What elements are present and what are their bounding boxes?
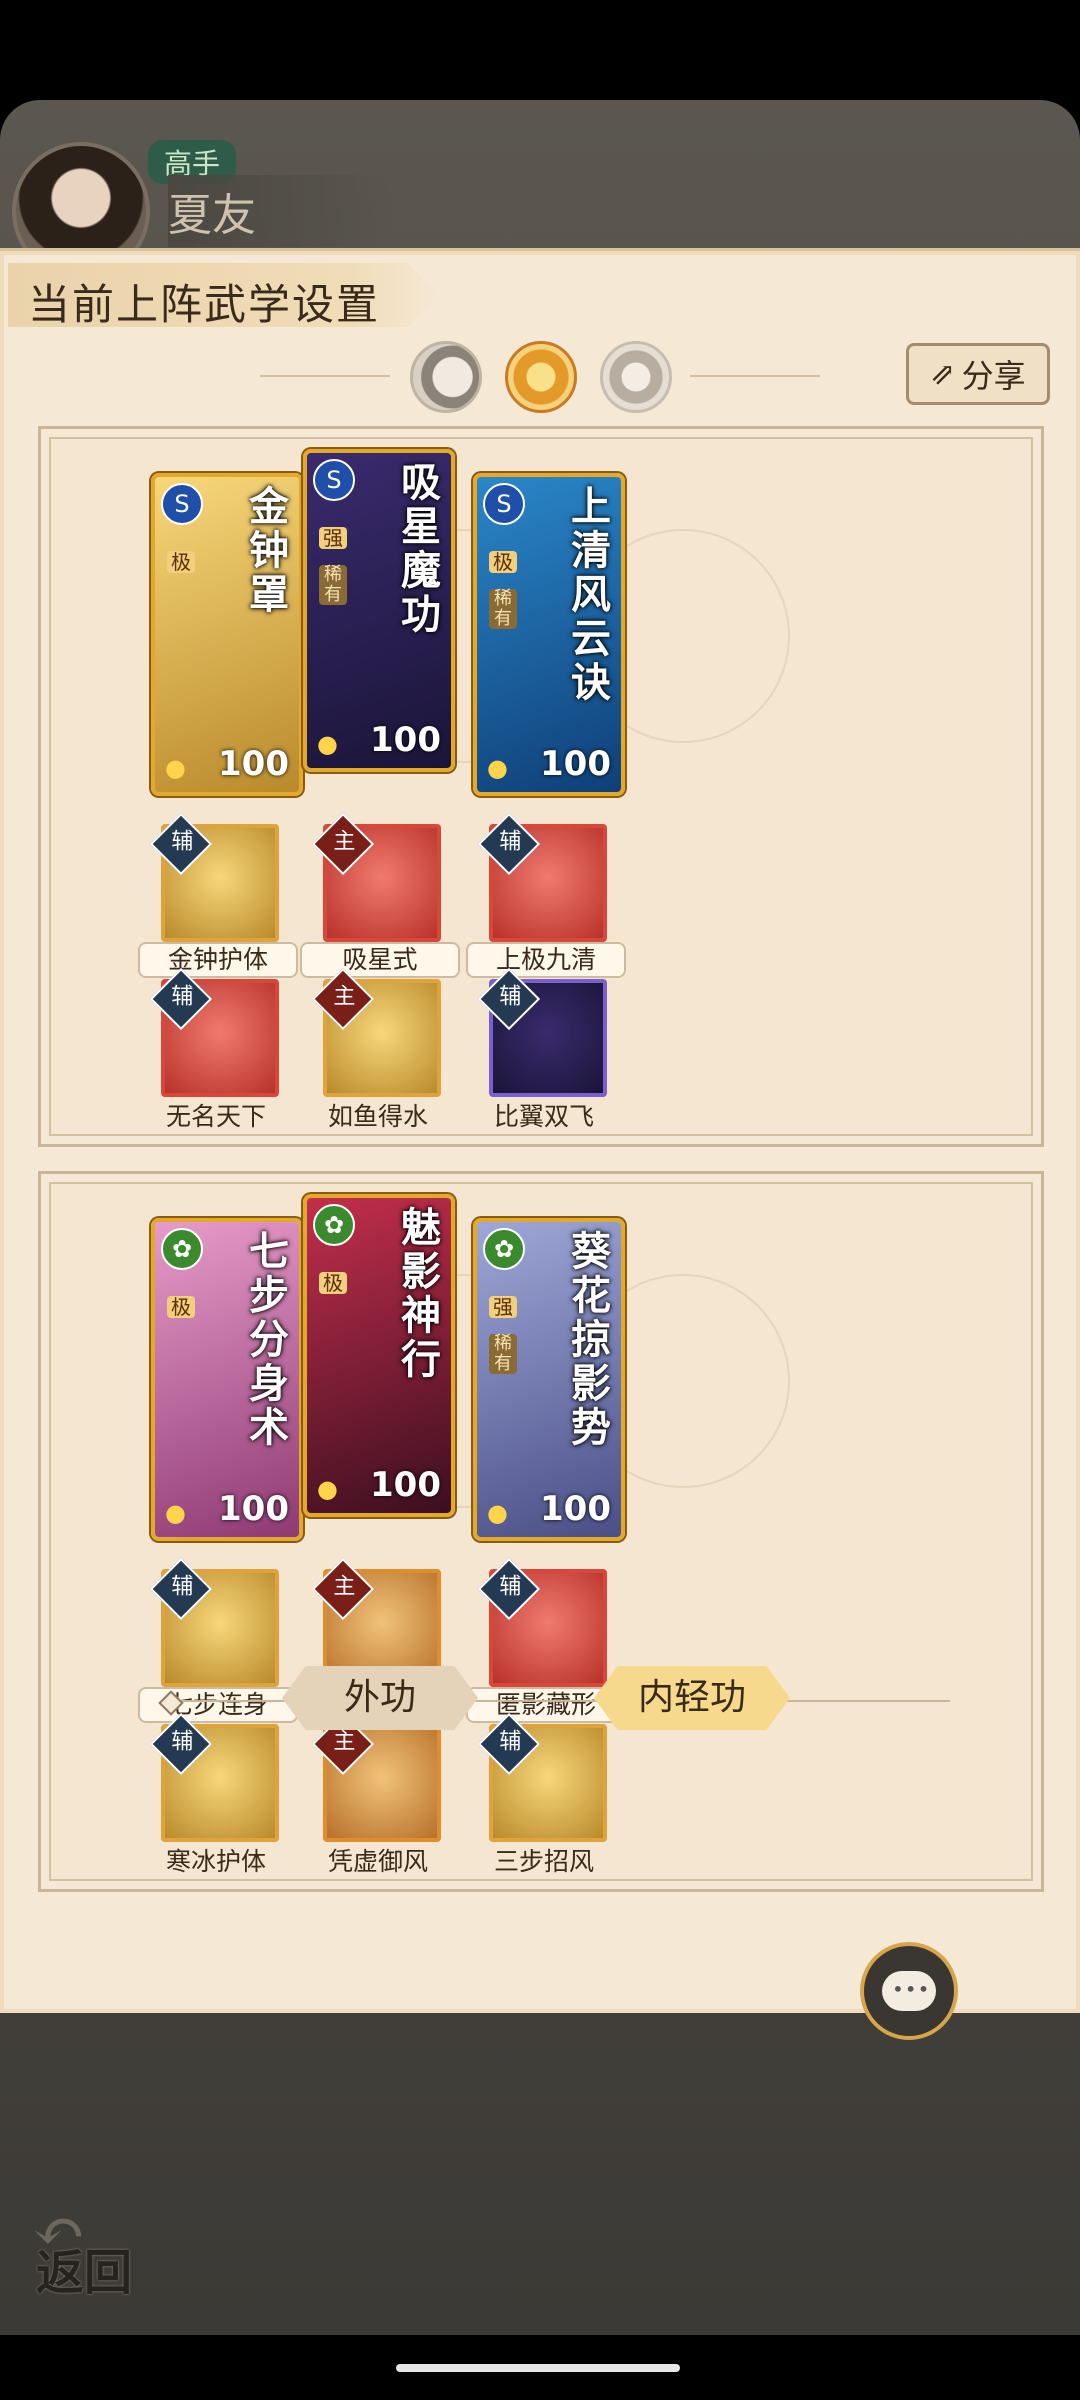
- card-tier: 强: [489, 1296, 517, 1318]
- skill-set-1: S 极金钟罩 ● 100 S 强稀有 吸星魔功 ● 100 S 极稀有 上清风云诀 ● 100 辅金钟护体主…: [38, 426, 1044, 1147]
- card-level: 100: [370, 1465, 441, 1505]
- sub-skill-slot[interactable]: 主: [311, 967, 441, 1097]
- card-type-icon: S: [483, 483, 525, 525]
- card-name: 吸星魔功: [401, 459, 441, 638]
- role-label: 主: [333, 1574, 356, 1600]
- drop-icon: ●: [165, 1499, 186, 1527]
- back-label: 返回: [36, 2245, 133, 2301]
- card-rarity: 稀有: [319, 565, 347, 605]
- drop-icon: ●: [165, 754, 186, 782]
- card-level: 100: [218, 744, 289, 784]
- sun-mode-icon[interactable]: [505, 341, 577, 413]
- role-label: 辅: [499, 829, 522, 855]
- back-button[interactable]: ↶ 返回: [26, 2195, 146, 2301]
- card-level: 100: [370, 720, 441, 760]
- sub-skill-slot[interactable]: 辅: [477, 812, 607, 942]
- role-label: 辅: [499, 984, 522, 1010]
- sub-skill-label: 金钟护体: [138, 942, 298, 978]
- sub-skill-slot[interactable]: 辅: [149, 967, 279, 1097]
- card-type-icon: S: [313, 459, 355, 501]
- drop-icon: ●: [317, 730, 338, 758]
- bottom-tabs: 外功 内轻功: [150, 1666, 950, 1736]
- sub-skill-label: 如鱼得水: [327, 1102, 428, 1131]
- card-type-icon: ✿: [483, 1228, 525, 1270]
- skill-card[interactable]: S 极 金钟罩 ● 100: [151, 473, 303, 796]
- role-label: 辅: [171, 829, 194, 855]
- card-level: 100: [218, 1489, 289, 1529]
- page-title: 当前上阵武学设置: [28, 280, 381, 329]
- skill-setup-panel: 当前上阵武学设置 ⇗ 分享 S 极金钟罩 ● 100 S 强稀有 吸星魔功 ● 100 S 极稀有上…: [0, 248, 1080, 2013]
- home-indicator[interactable]: [396, 2364, 680, 2372]
- chat-button[interactable]: [860, 1942, 958, 2040]
- role-label: 主: [333, 984, 356, 1010]
- mode-selector: [260, 341, 820, 413]
- card-level: 100: [540, 744, 611, 784]
- role-label: 主: [333, 829, 356, 855]
- tab-inner-skill[interactable]: 内轻功: [594, 1666, 790, 1730]
- share-label: 分享: [961, 357, 1026, 395]
- card-tier: 极: [167, 551, 195, 573]
- skill-card[interactable]: S 强稀有 吸星魔功 ● 100: [303, 449, 455, 772]
- share-button[interactable]: ⇗ 分享: [906, 343, 1050, 405]
- sub-skill-slot[interactable]: 辅: [477, 967, 607, 1097]
- divider: [690, 375, 820, 377]
- card-tier: 极: [489, 551, 517, 573]
- card-type-icon: ✿: [161, 1228, 203, 1270]
- sub-skill-label: 三步招风: [493, 1847, 594, 1876]
- sub-skill-label: 无名天下: [165, 1102, 266, 1131]
- skill-card[interactable]: ✿ 极 魅影神行 ● 100: [303, 1194, 455, 1517]
- sub-skill-slot[interactable]: 辅: [149, 812, 279, 942]
- player-name: 夏友: [168, 175, 396, 247]
- card-level: 100: [540, 1489, 611, 1529]
- sub-skill-slot[interactable]: 辅: [477, 1712, 607, 1842]
- skill-card[interactable]: S 极稀有 上清风云诀 ● 100: [473, 473, 625, 796]
- player-profile[interactable]: 高手 夏友: [0, 130, 540, 280]
- divider: [260, 375, 390, 377]
- sub-skill-label: 寒冰护体: [165, 1847, 266, 1876]
- role-label: 辅: [499, 1574, 522, 1600]
- skill-card[interactable]: ✿ 极 七步分身术 ● 100: [151, 1218, 303, 1541]
- share-icon: ⇗: [930, 356, 956, 392]
- card-tier: 极: [167, 1296, 195, 1318]
- card-rarity: 稀有: [489, 1334, 517, 1374]
- card-type-icon: S: [161, 483, 203, 525]
- drop-icon: ●: [487, 1499, 508, 1527]
- drop-icon: ●: [317, 1475, 338, 1503]
- diamond-ornament-icon: [158, 1690, 184, 1716]
- skill-set-2: ✿ 极七步分身术 ● 100 ✿ 极魅影神行 ● 100 ✿ 强稀有 葵花掠影势 ● 100 辅七步连身主…: [38, 1171, 1044, 1892]
- skill-card[interactable]: ✿ 强稀有 葵花掠影势 ● 100: [473, 1218, 625, 1541]
- card-name: 魅影神行: [401, 1204, 441, 1383]
- title-banner: 当前上阵武学设置: [8, 263, 438, 327]
- card-name: 上清风云诀: [571, 483, 611, 706]
- tab-outer-skill[interactable]: 外功: [282, 1666, 478, 1730]
- sub-skill-slot[interactable]: 主: [311, 1712, 441, 1842]
- card-name: 七步分身术: [249, 1228, 289, 1451]
- status-bar: [0, 0, 1080, 100]
- role-label: 辅: [171, 1574, 194, 1600]
- chat-bubble-icon: [882, 1971, 936, 2011]
- card-rarity: 稀有: [489, 589, 517, 629]
- role-label: 辅: [171, 984, 194, 1010]
- card-tier: 极: [319, 1272, 347, 1294]
- sub-skill-label: 凭虚御风: [327, 1847, 428, 1876]
- sub-skill-slot[interactable]: 主: [311, 812, 441, 942]
- card-name: 金钟罩: [249, 483, 289, 618]
- sub-skill-slot[interactable]: 辅: [149, 1712, 279, 1842]
- sub-skill-label: 吸星式: [300, 942, 460, 978]
- sub-skill-label: 比翼双飞: [493, 1102, 594, 1131]
- drop-icon: ●: [487, 754, 508, 782]
- card-type-icon: ✿: [313, 1204, 355, 1246]
- card-name: 葵花掠影势: [571, 1228, 611, 1451]
- card-tier: 强: [319, 527, 347, 549]
- ring-mode-icon[interactable]: [600, 341, 672, 413]
- sub-skill-label: 上极九清: [466, 942, 626, 978]
- moon-mode-icon[interactable]: [410, 341, 482, 413]
